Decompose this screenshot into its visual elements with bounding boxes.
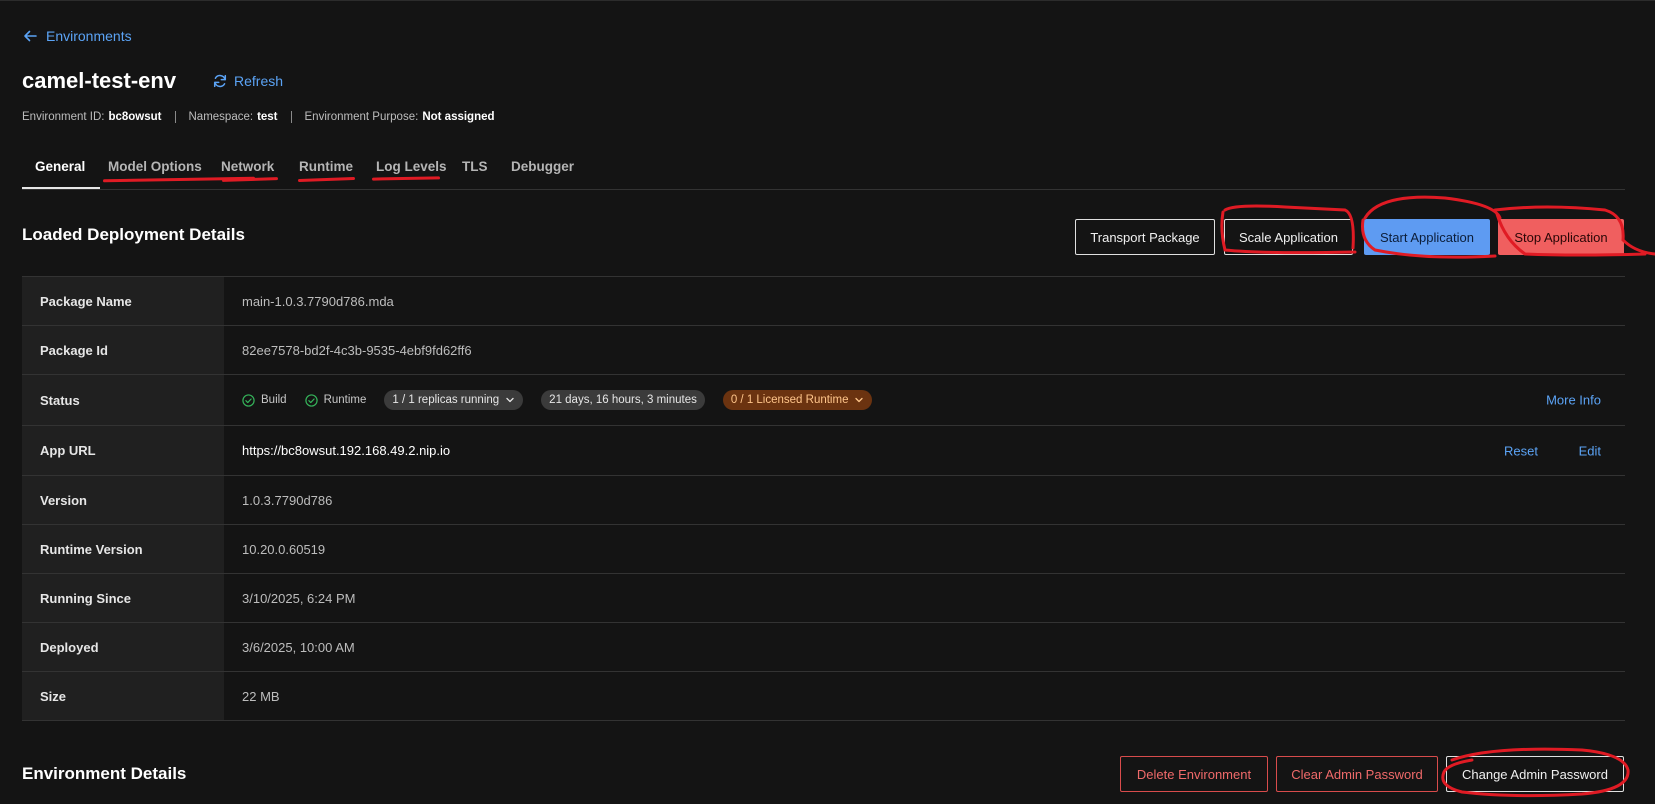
- delete-environment-button[interactable]: Delete Environment: [1120, 756, 1268, 792]
- row-label: Version: [22, 476, 224, 524]
- meta-divider: [174, 111, 176, 123]
- meta-namespace-label: Namespace:: [188, 111, 254, 123]
- table-row: Package Id 82ee7578-bd2f-4c3b-9535-4ebf9…: [22, 326, 1625, 375]
- table-row: Deployed 3/6/2025, 10:00 AM: [22, 623, 1625, 672]
- meta-purpose-value: Not assigned: [422, 111, 495, 123]
- reset-url-link[interactable]: Reset: [1504, 443, 1538, 458]
- tab-general[interactable]: General: [35, 159, 85, 174]
- annotation-underline: [371, 176, 441, 181]
- row-label: Status: [22, 375, 224, 425]
- edit-url-link[interactable]: Edit: [1579, 443, 1601, 458]
- clear-admin-password-button[interactable]: Clear Admin Password: [1276, 756, 1438, 792]
- tab-network[interactable]: Network: [221, 159, 274, 174]
- build-status-label: Build: [261, 394, 287, 406]
- version-value: 1.0.3.7790d786: [242, 492, 333, 508]
- refresh-icon: [213, 74, 227, 88]
- environment-meta: Environment ID: bc8owsut Namespace: test…: [22, 111, 495, 123]
- size-value: 22 MB: [242, 688, 280, 704]
- meta-environment-id-label: Environment ID:: [22, 111, 105, 123]
- refresh-label: Refresh: [234, 73, 284, 89]
- status-value: Build Runtime 1 / 1 replicas running 21 …: [224, 375, 1625, 425]
- row-label: Deployed: [22, 623, 224, 671]
- replicas-dropdown[interactable]: 1 / 1 replicas running: [384, 390, 524, 410]
- app-url-value: https://bc8owsut.192.168.49.2.nip.io: [242, 443, 451, 458]
- page-title: camel-test-env: [22, 68, 177, 93]
- annotation-scribble: [1220, 195, 1655, 259]
- running-since-value: 3/10/2025, 6:24 PM: [242, 590, 356, 606]
- chevron-down-icon: [855, 397, 864, 403]
- table-row: Version 1.0.3.7790d786: [22, 476, 1625, 525]
- transport-package-button[interactable]: Transport Package: [1075, 219, 1215, 255]
- package-id-value: 82ee7578-bd2f-4c3b-9535-4ebf9fd62ff6: [242, 342, 472, 358]
- annotation-underline: [297, 177, 356, 182]
- refresh-button[interactable]: Refresh: [212, 73, 283, 89]
- chevron-down-icon: [506, 397, 514, 403]
- replicas-label: 1 / 1 replicas running: [392, 394, 500, 406]
- more-info-link[interactable]: More Info: [1546, 393, 1601, 408]
- back-to-environments-link[interactable]: Environments: [22, 28, 132, 44]
- active-tab-indicator: [22, 187, 100, 189]
- runtime-version-value: 10.20.0.60519: [242, 541, 326, 557]
- deployed-value: 3/6/2025, 10:00 AM: [242, 639, 355, 655]
- license-dropdown[interactable]: 0 / 1 Licensed Runtime: [722, 390, 873, 410]
- tab-log-levels[interactable]: Log Levels: [376, 159, 447, 174]
- table-row: Running Since 3/10/2025, 6:24 PM: [22, 574, 1625, 623]
- annotation-scribble: [1441, 747, 1630, 798]
- back-link-label: Environments: [46, 28, 132, 44]
- environment-section-title: Environment Details: [22, 764, 187, 783]
- arrow-left-icon: [24, 30, 37, 42]
- deployment-details-table: Package Name main-1.0.3.7790d786.mda Pac…: [22, 276, 1625, 721]
- table-row: Size 22 MB: [22, 672, 1625, 721]
- row-label: Runtime Version: [22, 525, 224, 573]
- license-label: 0 / 1 Licensed Runtime: [730, 394, 849, 406]
- runtime-status-label: Runtime: [323, 394, 367, 406]
- check-circle-icon: [304, 393, 318, 407]
- table-row: Status Build Runtime 1 / 1 replicas runn…: [22, 375, 1625, 426]
- table-row: Runtime Version 10.20.0.60519: [22, 525, 1625, 574]
- environment-page: Environments camel-test-env Refresh Envi…: [0, 0, 1655, 804]
- table-row: Package Name main-1.0.3.7790d786.mda: [22, 277, 1625, 326]
- row-label: Running Since: [22, 574, 224, 622]
- runtime-status: Runtime: [304, 393, 367, 407]
- deployment-section-title: Loaded Deployment Details: [22, 225, 245, 244]
- row-label: Size: [22, 672, 224, 720]
- row-label: Package Name: [22, 277, 224, 325]
- package-name-value: main-1.0.3.7790d786.mda: [242, 293, 394, 309]
- meta-namespace-value: test: [257, 111, 278, 123]
- table-row: App URL https://bc8owsut.192.168.49.2.ni…: [22, 426, 1625, 476]
- row-label: App URL: [22, 426, 224, 475]
- tab-model-options[interactable]: Model Options: [108, 159, 202, 174]
- check-circle-icon: [242, 393, 255, 407]
- row-label: Package Id: [22, 326, 224, 374]
- meta-divider: [290, 111, 292, 123]
- tab-bar: General Model Options Network Runtime Lo…: [22, 147, 1625, 190]
- tab-debugger[interactable]: Debugger: [511, 159, 574, 174]
- tab-tls[interactable]: TLS: [462, 159, 488, 174]
- meta-environment-id-value: bc8owsut: [108, 111, 162, 123]
- build-status: Build: [242, 393, 287, 407]
- annotation-underline: [221, 177, 279, 182]
- uptime-badge: 21 days, 16 hours, 3 minutes: [541, 390, 705, 410]
- meta-purpose-label: Environment Purpose:: [304, 111, 419, 123]
- top-divider: [0, 0, 1655, 1]
- tab-runtime[interactable]: Runtime: [299, 159, 353, 174]
